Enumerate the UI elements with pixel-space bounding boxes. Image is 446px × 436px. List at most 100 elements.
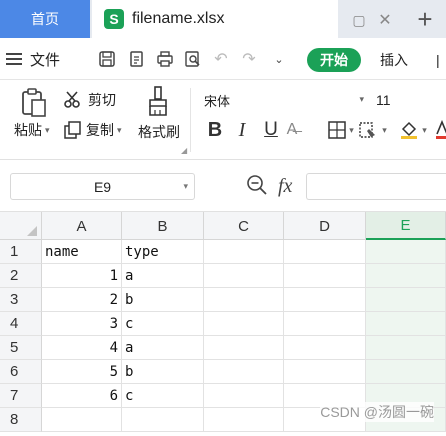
cell-a1[interactable]: name [42, 240, 122, 264]
cell-b6[interactable]: b [122, 360, 204, 384]
select-all-corner[interactable] [0, 212, 42, 240]
save-icon[interactable] [96, 48, 118, 70]
cell-a2[interactable]: 1 [42, 264, 122, 288]
row-header-2[interactable]: 2 [0, 264, 42, 288]
print-icon[interactable] [154, 48, 176, 70]
cell-c4[interactable] [204, 312, 284, 336]
fx-insert-function-icon[interactable]: fx [278, 175, 292, 198]
cell-d3[interactable] [284, 288, 366, 312]
customize-toolbar-chevron-icon[interactable]: ⌄ [268, 48, 290, 70]
cell-c8[interactable] [204, 408, 284, 432]
cell-a7[interactable]: 6 [42, 384, 122, 408]
name-box-chevron-icon[interactable]: ▾ [183, 181, 188, 192]
redo-icon[interactable]: ↷ [238, 48, 260, 70]
watermark: CSDN @汤圆一碗 [320, 402, 434, 422]
undo-icon[interactable]: ↶ [210, 48, 232, 70]
font-size-value: 11 [376, 92, 391, 108]
print-preview-icon[interactable] [182, 48, 204, 70]
format-painter-button[interactable]: 格式刷 [138, 122, 180, 142]
paste-button[interactable]: 粘贴 ▾ [14, 120, 50, 140]
file-menu-button[interactable]: 文件 [6, 46, 60, 72]
cell-b4[interactable]: c [122, 312, 204, 336]
cell-a3[interactable]: 2 [42, 288, 122, 312]
font-family-chevron-icon[interactable]: ▾ [359, 95, 364, 105]
cell-e5[interactable] [366, 336, 446, 360]
fill-style-icon[interactable]: ▾ [358, 118, 388, 142]
menu-row: 文件 ↶ ↷ ⌄ 开始 插入 | [0, 38, 446, 80]
row-header-3[interactable]: 3 [0, 288, 42, 312]
scissors-icon [64, 91, 84, 109]
copy-icon [64, 121, 82, 139]
copy-button[interactable]: 复制 ▾ [64, 120, 122, 140]
cut-button[interactable]: 剪切 [64, 90, 116, 110]
cell-b8[interactable] [122, 408, 204, 432]
tab-file[interactable]: S filename.xlsx ▢ ✕ [92, 0, 392, 38]
row-header-7[interactable]: 7 [0, 384, 42, 408]
tab-start[interactable]: 开始 [307, 48, 361, 72]
column-header-e[interactable]: E [366, 212, 446, 240]
column-header-a[interactable]: A [42, 212, 122, 240]
fill-color-icon[interactable]: ▾ [398, 118, 428, 142]
formula-bar: E9 ▾ fx [0, 160, 446, 212]
cell-d1[interactable] [284, 240, 366, 264]
format-painter-brush-icon[interactable] [147, 86, 169, 116]
cell-b5[interactable]: a [122, 336, 204, 360]
cell-b1[interactable]: type [122, 240, 204, 264]
font-color-icon[interactable] [436, 118, 446, 142]
new-tab-plus-icon[interactable]: + [404, 0, 446, 38]
cell-d2[interactable] [284, 264, 366, 288]
cell-c3[interactable] [204, 288, 284, 312]
cell-e3[interactable] [366, 288, 446, 312]
window-restore-icon[interactable]: ▢ [348, 9, 370, 31]
group-launcher-icon[interactable]: ◢ [181, 146, 187, 155]
row-header-1[interactable]: 1 [0, 240, 42, 264]
cell-b7[interactable]: c [122, 384, 204, 408]
tab-bar: 首页 S filename.xlsx ▢ ✕ + [0, 0, 446, 38]
copy-dropdown-chevron-icon[interactable]: ▾ [117, 125, 122, 136]
tab-home[interactable]: 首页 [0, 0, 90, 38]
paste-dropdown-chevron-icon[interactable]: ▾ [45, 125, 50, 136]
row-header-8[interactable]: 8 [0, 408, 42, 432]
italic-icon[interactable]: I [232, 118, 252, 142]
close-icon[interactable]: ✕ [374, 9, 396, 31]
export-pdf-icon[interactable] [126, 48, 148, 70]
column-header-d[interactable]: D [284, 212, 366, 240]
cell-d6[interactable] [284, 360, 366, 384]
underline-icon[interactable]: U [260, 118, 282, 142]
cell-d4[interactable] [284, 312, 366, 336]
column-header-b[interactable]: B [122, 212, 204, 240]
cell-c2[interactable] [204, 264, 284, 288]
formula-input[interactable] [306, 173, 446, 200]
bold-icon[interactable]: B [204, 118, 226, 142]
cell-c5[interactable] [204, 336, 284, 360]
cell-a5[interactable]: 4 [42, 336, 122, 360]
borders-icon[interactable]: ▾ [328, 118, 354, 142]
cell-c6[interactable] [204, 360, 284, 384]
tab-insert[interactable]: 插入 [380, 48, 408, 72]
column-header-row: A B C D E [0, 212, 446, 240]
cell-a8[interactable] [42, 408, 122, 432]
cell-name-box[interactable]: E9 ▾ [10, 173, 195, 200]
cell-e2[interactable] [366, 264, 446, 288]
cell-e6[interactable] [366, 360, 446, 384]
column-header-c[interactable]: C [204, 212, 284, 240]
font-size-select[interactable]: 11 [376, 88, 446, 112]
cell-b3[interactable]: b [122, 288, 204, 312]
cell-e4[interactable] [366, 312, 446, 336]
cell-c7[interactable] [204, 384, 284, 408]
cell-c1[interactable] [204, 240, 284, 264]
cell-a4[interactable]: 3 [42, 312, 122, 336]
cell-d5[interactable] [284, 336, 366, 360]
row-header-6[interactable]: 6 [0, 360, 42, 384]
paste-icon[interactable] [20, 88, 48, 118]
tab-more[interactable]: | [436, 48, 440, 72]
cell-a6[interactable]: 5 [42, 360, 122, 384]
format-painter-label: 格式刷 [138, 124, 180, 140]
zoom-search-icon[interactable] [246, 174, 268, 199]
strikethrough-icon[interactable]: A̶ [286, 118, 298, 142]
font-family-select[interactable]: 宋体 ▾ [198, 88, 370, 112]
row-header-5[interactable]: 5 [0, 336, 42, 360]
cell-b2[interactable]: a [122, 264, 204, 288]
row-header-4[interactable]: 4 [0, 312, 42, 336]
cell-e1[interactable] [366, 240, 446, 264]
